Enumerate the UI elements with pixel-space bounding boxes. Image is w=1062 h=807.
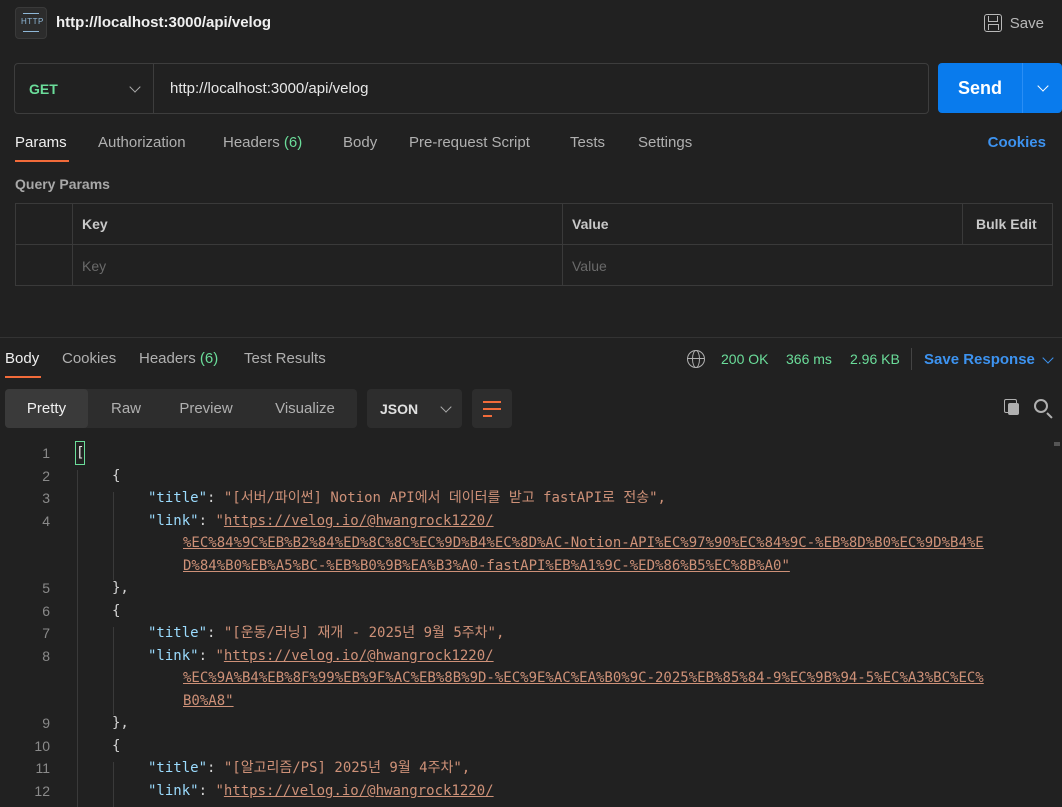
status-badge[interactable]: 200 OK — [721, 351, 768, 367]
code-line: %EC%9A%B4%EB%8F%99%EB%9F%AC%EB%8B%9D-%EC… — [183, 670, 984, 686]
key-input[interactable]: Key — [72, 245, 562, 286]
table-row: Key Value — [16, 245, 1052, 286]
view-mode-selector: Pretty Raw Preview Visualize — [5, 389, 357, 428]
request-tabs: Params Authorization Headers (6) Body Pr… — [0, 126, 1062, 162]
response-tabs: Body Cookies Headers (6) Test Results 20… — [0, 340, 1062, 378]
chevron-down-icon — [440, 400, 452, 413]
method-label: GET — [29, 80, 58, 97]
response-tab-test-results[interactable]: Test Results — [244, 350, 326, 367]
code-line: B0%A8" — [183, 693, 234, 709]
response-time[interactable]: 366 ms — [786, 351, 832, 367]
tab-tests[interactable]: Tests — [570, 134, 605, 151]
url-input[interactable] — [170, 80, 870, 97]
tab-headers[interactable]: Headers (6) — [223, 134, 302, 151]
view-pretty[interactable]: Pretty — [5, 389, 88, 428]
code-line: 10{ — [34, 738, 121, 754]
view-visualize[interactable]: Visualize — [253, 389, 357, 428]
response-tab-cookies[interactable]: Cookies — [62, 350, 116, 367]
response-tab-body[interactable]: Body — [5, 350, 39, 367]
tab-pre-request-script[interactable]: Pre-request Script — [409, 134, 530, 151]
search-icon[interactable] — [1034, 399, 1048, 413]
send-label: Send — [957, 77, 1002, 98]
tab-params[interactable]: Params — [15, 134, 67, 151]
scrollbar-thumb[interactable] — [1054, 442, 1060, 446]
format-label: JSON — [380, 400, 419, 417]
http-request-icon: HTTP — [15, 7, 47, 39]
bulk-edit-button[interactable]: Bulk Edit — [966, 204, 1037, 244]
value-input[interactable]: Value — [562, 245, 1052, 286]
tab-authorization[interactable]: Authorization — [98, 134, 186, 151]
link-url[interactable]: https://velog.io/@hwangrock1220/ — [224, 783, 494, 799]
chevron-down-icon — [1036, 80, 1049, 92]
code-line: 7 "title": "[운동/러닝] 재개 - 2025년 9월 5주차", — [42, 625, 505, 641]
code-line: 2{ — [42, 468, 121, 484]
format-select[interactable]: JSON — [367, 389, 462, 428]
code-line: D%84%B0%EB%A5%BC-%EB%B0%9B%EA%B3%A0-fast… — [183, 558, 790, 574]
code-line: 11 "title": "[알고리즘/PS] 2025년 9월 4주차", — [35, 760, 471, 776]
active-tab-underline — [15, 160, 69, 162]
code-line: 9}, — [42, 715, 129, 731]
copy-icon[interactable] — [1004, 399, 1020, 416]
send-options-button[interactable] — [1022, 63, 1062, 113]
response-headers-count: (6) — [199, 350, 219, 367]
response-tab-headers[interactable]: Headers (6) — [139, 350, 218, 367]
top-bar: HTTP http://localhost:3000/api/velog Sav… — [0, 0, 1062, 48]
query-params-title: Query Params — [15, 176, 110, 192]
code-line: 4 "link": "https://velog.io/@hwangrock122… — [42, 513, 494, 529]
link-url[interactable]: https://velog.io/@hwangrock1220/ — [224, 513, 494, 529]
url-bar: GET — [14, 63, 929, 114]
code-line: 5}, — [42, 580, 129, 596]
tab-body[interactable]: Body — [343, 134, 377, 151]
chevron-down-icon — [129, 80, 141, 93]
code-line: 12 "link": "https://velog.io/@hwangrock12… — [34, 783, 494, 799]
save-icon — [983, 14, 1002, 32]
view-preview[interactable]: Preview — [165, 389, 247, 428]
active-response-tab-underline — [5, 376, 41, 378]
code-line: 1[ — [0, 441, 1062, 465]
response-divider[interactable] — [0, 337, 1062, 338]
code-line: %EC%84%9C%EB%B2%84%ED%8C%8C%EC%9D%B4%EC%… — [183, 535, 984, 551]
save-button[interactable]: Save — [983, 12, 1044, 34]
save-response-button[interactable]: Save Response — [924, 351, 1035, 368]
wrap-lines-button[interactable] — [472, 389, 512, 428]
view-raw[interactable]: Raw — [90, 389, 162, 428]
key-column-header: Key — [82, 216, 108, 232]
response-size[interactable]: 2.96 KB — [850, 351, 900, 367]
code-line: 8 "link": "https://velog.io/@hwangrock122… — [42, 648, 494, 664]
headers-count: (6) — [283, 134, 303, 151]
send-button[interactable]: Send — [938, 63, 1062, 113]
response-body-code[interactable]: 1[ 2{ 3 "title": "[서버/파이썬] Notion API에서 데… — [0, 440, 1062, 807]
globe-icon[interactable] — [687, 350, 705, 368]
code-line: 3 "title": "[서버/파이썬] Notion API에서 데이터를 받고… — [42, 490, 666, 506]
code-line: 6{ — [42, 603, 121, 619]
table-header-row: Key Value Bulk Edit — [16, 204, 1052, 245]
value-column-header: Value — [572, 216, 609, 232]
save-label: Save — [1009, 14, 1044, 32]
method-select[interactable]: GET — [15, 64, 154, 113]
code-scrollbar[interactable] — [1052, 440, 1062, 807]
chevron-down-icon[interactable] — [1042, 352, 1054, 364]
query-params-table: Key Value Bulk Edit Key Value — [15, 203, 1053, 286]
request-title[interactable]: http://localhost:3000/api/velog — [56, 14, 271, 31]
link-url[interactable]: https://velog.io/@hwangrock1220/ — [224, 648, 494, 664]
cookies-link[interactable]: Cookies — [988, 134, 1046, 151]
tab-settings[interactable]: Settings — [638, 134, 692, 151]
